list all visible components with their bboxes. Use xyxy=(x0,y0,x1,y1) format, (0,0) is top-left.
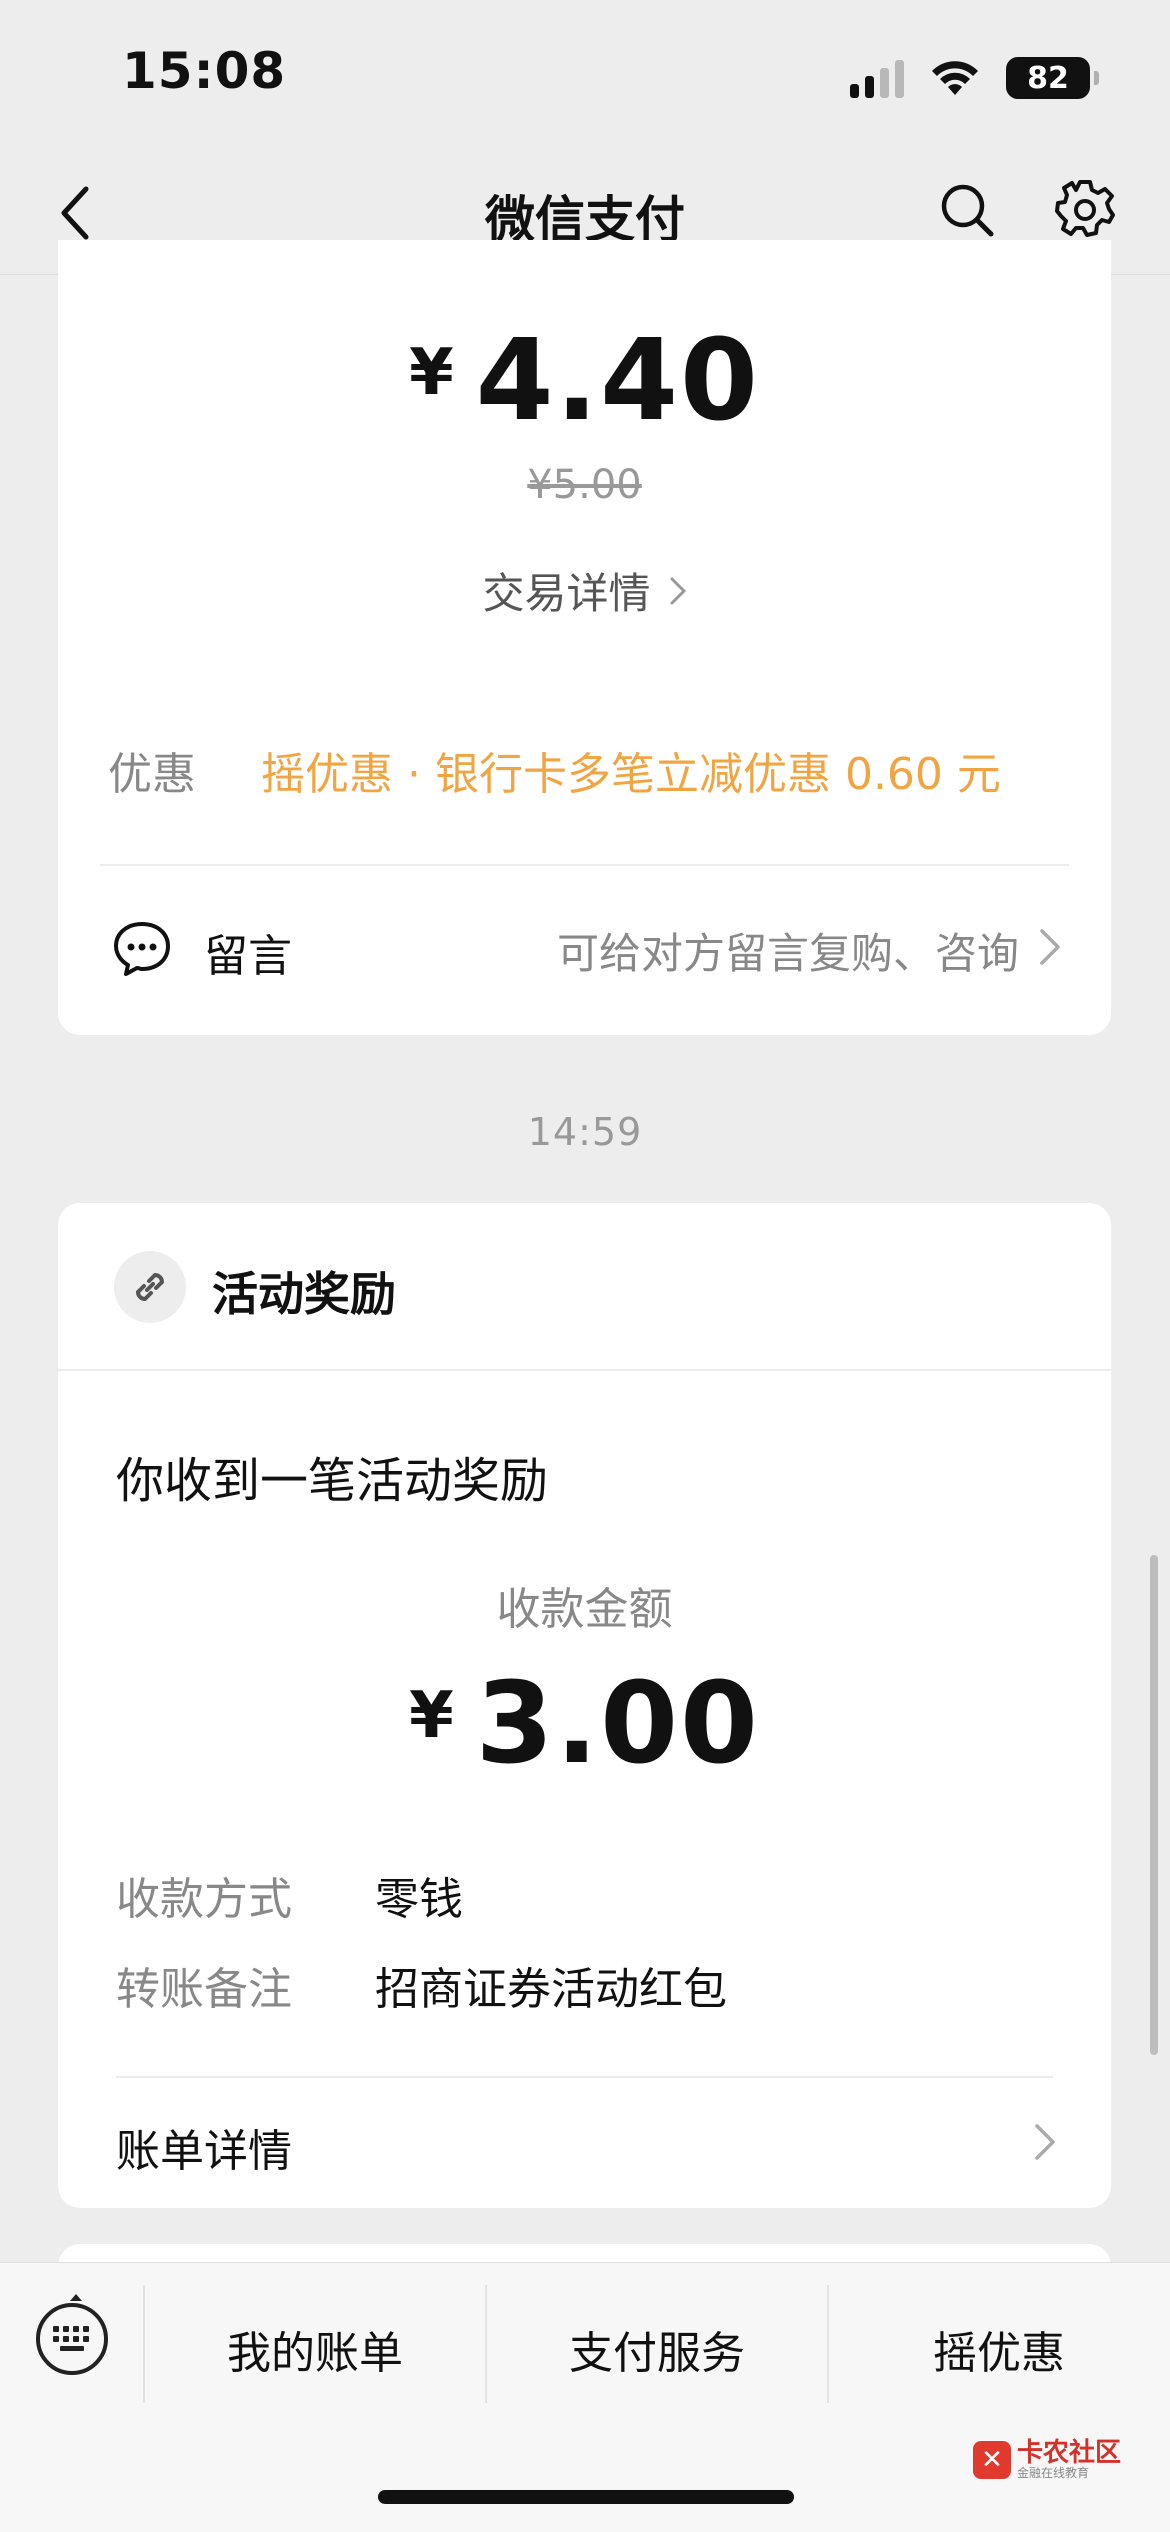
bill-details-label: 账单详情 xyxy=(116,2126,292,2177)
divider xyxy=(100,864,1069,866)
transfer-note-label: 转账备注 xyxy=(116,1964,292,2015)
discount-label: 优惠 xyxy=(108,749,196,800)
search-button[interactable] xyxy=(932,175,1002,245)
link-icon xyxy=(135,1272,165,1302)
reward-card[interactable]: 活动奖励 你收到一笔活动奖励 收款金额 ¥ 3.00 收款方式 零钱 转账备注 … xyxy=(58,1203,1111,2208)
chevron-right-icon xyxy=(670,577,685,604)
reward-amount: 3.00 xyxy=(475,1659,760,1789)
payment-method-label: 收款方式 xyxy=(116,1874,292,1925)
shake-discount-button[interactable]: 摇优惠 xyxy=(829,2317,1169,2381)
status-time: 15:08 xyxy=(122,42,287,100)
chevron-right-icon xyxy=(1040,929,1060,965)
settings-button[interactable] xyxy=(1050,175,1120,245)
payment-services-button[interactable]: 支付服务 xyxy=(487,2317,827,2381)
search-icon xyxy=(941,184,994,237)
currency-symbol: ¥ xyxy=(409,1679,454,1753)
cellular-signal-icon xyxy=(850,58,904,98)
payment-amount-row: ¥ 4.40 xyxy=(58,316,1111,446)
payment-card: ¥ 4.40 ¥5.00 交易详情 优惠 摇优惠 · 银行卡多笔立减优惠 0.6… xyxy=(58,240,1111,1035)
reward-amount-row: ¥ 3.00 xyxy=(58,1659,1111,1789)
status-bar: 15:08 82 xyxy=(0,0,1170,150)
my-bills-button[interactable]: 我的账单 xyxy=(145,2317,485,2381)
transfer-note-value: 招商证券活动红包 xyxy=(375,1964,727,2015)
wifi-icon xyxy=(932,61,978,95)
keyboard-toggle-button[interactable] xyxy=(36,2294,108,2375)
avatar xyxy=(114,1251,186,1323)
reward-card-header: 活动奖励 xyxy=(58,1203,1111,1371)
receive-amount-label: 收款金额 xyxy=(496,1584,673,1635)
payment-amount: 4.40 xyxy=(475,316,760,446)
watermark-title: 卡农社区 xyxy=(1017,2438,1122,2468)
reward-headline: 你收到一笔活动奖励 xyxy=(116,1453,549,1509)
trade-details-link[interactable]: 交易详情 xyxy=(58,560,1111,621)
status-icons: 82 xyxy=(850,54,1099,102)
watermark-subtitle: 金融在线教育 xyxy=(1017,2466,1090,2480)
watermark-logo: ✕ 卡农社区 金融在线教育 xyxy=(973,2440,1121,2480)
discount-value: 摇优惠 · 银行卡多笔立减优惠 0.60 元 xyxy=(261,749,1001,800)
divider xyxy=(116,2076,1053,2078)
original-price: ¥5.00 xyxy=(527,462,642,508)
message-label: 留言 xyxy=(204,931,292,982)
reward-card-title: 活动奖励 xyxy=(212,1267,396,1321)
currency-symbol: ¥ xyxy=(409,336,454,410)
chevron-right-icon xyxy=(1035,2124,1055,2160)
trade-details-label: 交易详情 xyxy=(482,569,651,618)
gear-icon xyxy=(1055,180,1115,237)
chat-bubble-icon xyxy=(114,922,170,976)
home-indicator[interactable] xyxy=(378,2490,794,2504)
scrollbar[interactable] xyxy=(1150,1555,1158,2055)
battery-indicator: 82 xyxy=(1006,57,1099,99)
time-separator: 14:59 xyxy=(527,1110,643,1154)
keyboard-icon xyxy=(53,2326,89,2351)
payment-method-value: 零钱 xyxy=(375,1874,463,1925)
watermark-icon: ✕ xyxy=(973,2441,1011,2480)
message-hint: 可给对方留言复购、咨询 xyxy=(556,929,1019,978)
